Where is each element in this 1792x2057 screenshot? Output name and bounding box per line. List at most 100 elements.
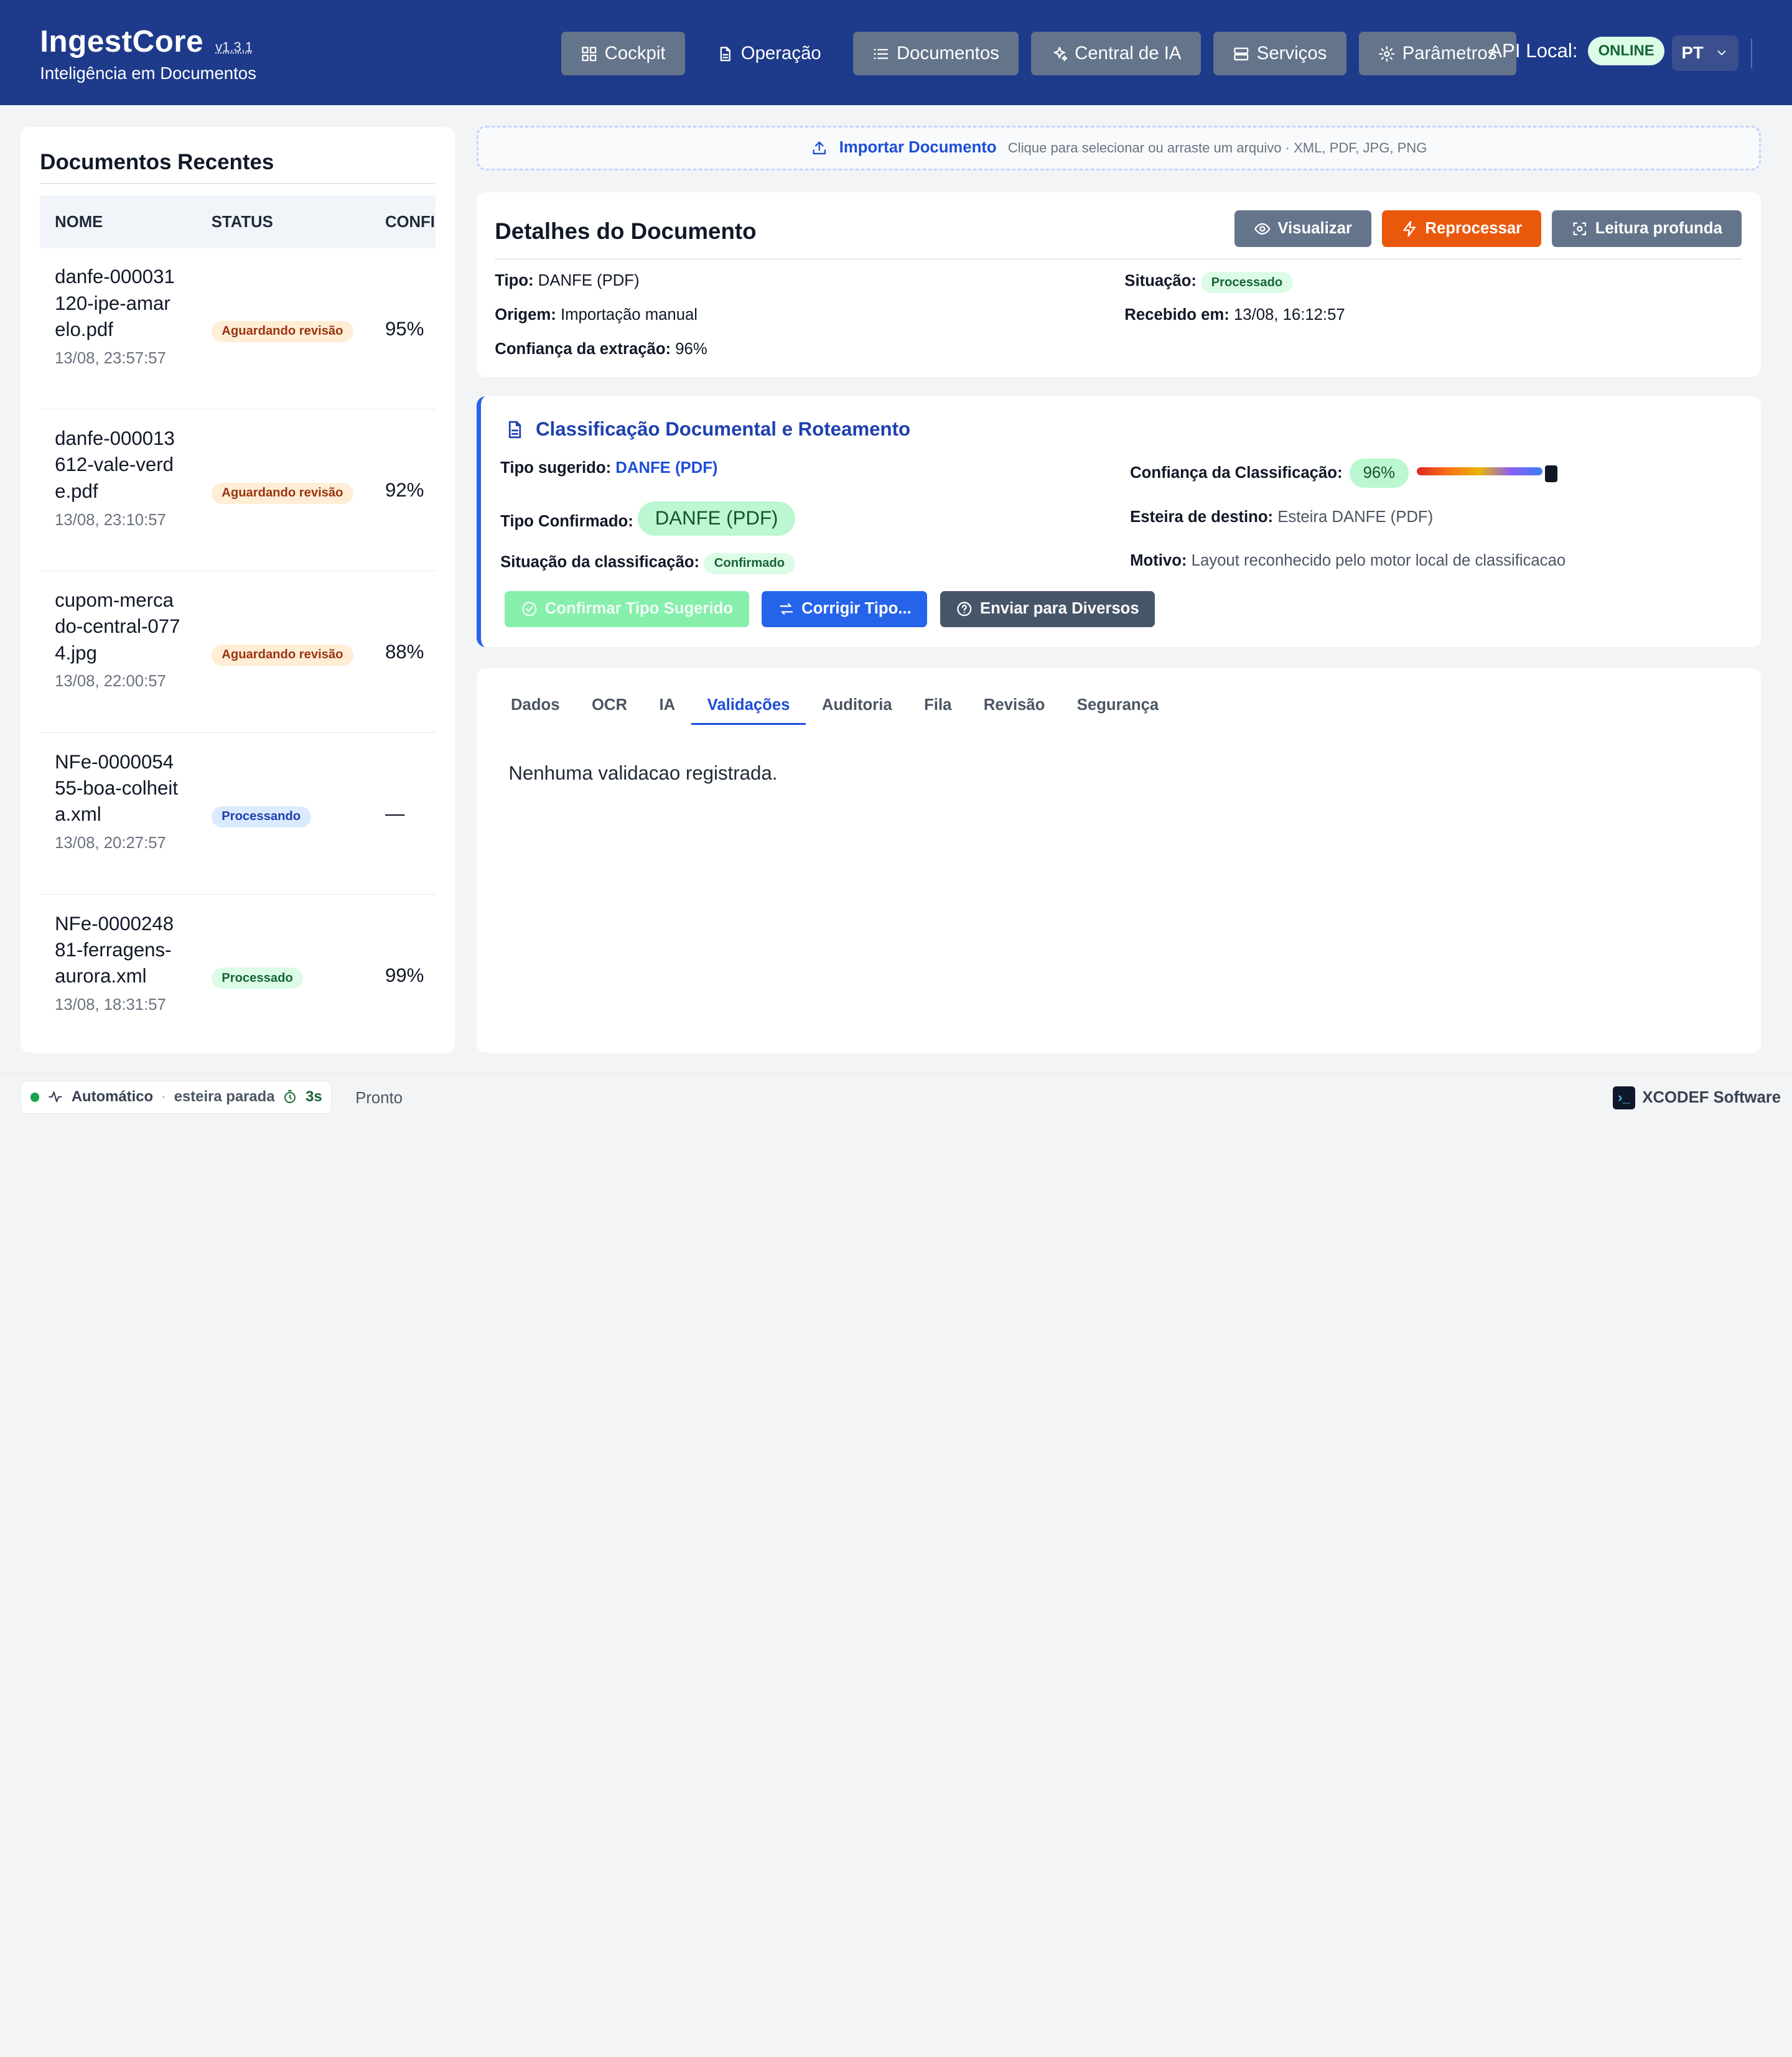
terminal-icon: ›_ — [1612, 1086, 1636, 1109]
documents-table-body: danfe-000031120-ipe-amarelo.pdf 13/08, 2… — [40, 248, 436, 1032]
document-name: danfe-000013612-vale-verde.pdf — [55, 427, 175, 502]
gear-icon — [1379, 45, 1395, 62]
confidence-bar — [1417, 467, 1543, 476]
field-destination-value: Esteira DANFE (PDF) — [1277, 508, 1434, 526]
field-extraction-confidence-label: Confiança da extração: — [495, 340, 671, 358]
nav-central-ia[interactable]: Central de IA — [1031, 32, 1201, 76]
tab-auditoria[interactable]: Auditoria — [806, 696, 908, 725]
row-status-cell: Aguardando revisão — [211, 642, 353, 666]
classification-actions: Confirmar Tipo Sugerido Corrigir Tipo...… — [505, 590, 1155, 628]
classification-confidence-pill: 96% — [1349, 458, 1409, 488]
server-icon — [1234, 47, 1249, 60]
status-dot — [30, 1092, 40, 1102]
field-suggested-type-label: Tipo sugerido: — [500, 459, 612, 477]
tab-ia[interactable]: IA — [643, 696, 691, 725]
send-to-misc-button[interactable]: Enviar para Diversos — [940, 590, 1155, 628]
row-status-cell: Processado — [211, 966, 304, 989]
nav-servicos[interactable]: Serviços — [1213, 32, 1346, 76]
field-reason-value: Layout reconhecido pelo motor local de c… — [1191, 552, 1566, 570]
table-row[interactable]: danfe-000031120-ipe-amarelo.pdf 13/08, 2… — [40, 248, 436, 410]
table-row[interactable]: NFe-000005455-boa-colheita.xml 13/08, 20… — [40, 733, 436, 895]
column-name[interactable]: NOME — [55, 213, 103, 231]
table-row[interactable]: danfe-000013612-vale-verde.pdf 13/08, 23… — [40, 409, 436, 572]
field-type-label: Tipo: — [495, 272, 534, 290]
field-confirmed-type-label: Tipo Confirmado: — [500, 513, 633, 531]
top-header: IngestCore v1.3.1 Inteligência em Docume… — [0, 0, 1792, 105]
document-date: 13/08, 23:57:57 — [55, 349, 166, 367]
import-dropzone[interactable]: Importar Documento Clique para seleciona… — [476, 126, 1762, 170]
status-badge: Processado — [211, 968, 304, 989]
app-title: IngestCore — [40, 23, 203, 58]
automation-mode: Automático — [71, 1088, 154, 1106]
scan-icon — [1573, 222, 1587, 235]
nav-documentos[interactable]: Documentos — [853, 32, 1019, 76]
confirm-suggested-type-button[interactable]: Confirmar Tipo Sugerido — [505, 590, 749, 628]
document-date: 13/08, 20:27:57 — [55, 834, 166, 852]
row-name-cell: NFe-000024881-ferragens-aurora.xml 13/08… — [55, 911, 180, 1019]
field-origin-value: Importação manual — [560, 306, 698, 324]
document-icon — [509, 421, 521, 438]
empty-validations-message: Nenhuma validacao registrada. — [508, 762, 778, 785]
document-name: NFe-000005455-boa-colheita.xml — [55, 750, 178, 826]
tab-fila[interactable]: Fila — [908, 696, 968, 725]
field-classification-confidence-label: Confiança da Classificação: — [1130, 464, 1343, 482]
language-value: PT — [1681, 43, 1704, 63]
reprocess-button[interactable]: Reprocessar — [1381, 210, 1542, 247]
status-badge: Processando — [211, 806, 311, 828]
footer-brand-name: XCODEF Software — [1642, 1088, 1781, 1106]
details-actions: Visualizar Reprocessar Leitura profunda — [1234, 210, 1742, 247]
document-date: 13/08, 23:10:57 — [55, 511, 166, 529]
nav-cockpit[interactable]: Cockpit — [561, 32, 685, 76]
tab-seguranca[interactable]: Segurança — [1061, 696, 1175, 725]
document-name: danfe-000031120-ipe-amarelo.pdf — [55, 266, 175, 340]
nav-servicos-label: Serviços — [1256, 43, 1327, 64]
app-version[interactable]: v1.3.1 — [215, 39, 253, 55]
confidence-value: — — [385, 803, 405, 825]
tab-ocr[interactable]: OCR — [576, 696, 643, 725]
timer-icon — [284, 1090, 296, 1104]
row-name-cell: danfe-000013612-vale-verde.pdf 13/08, 23… — [55, 426, 180, 533]
status-badge: Aguardando revisão — [211, 644, 353, 666]
correct-type-button[interactable]: Corrigir Tipo... — [761, 590, 928, 628]
dashboard-icon — [582, 46, 597, 61]
tab-dados[interactable]: Dados — [495, 696, 576, 725]
column-status[interactable]: STATUS — [212, 213, 273, 231]
column-confidence[interactable]: CONFI — [385, 213, 435, 231]
table-row[interactable]: cupom-mercado-central-0774.jpg 13/08, 22… — [40, 571, 436, 734]
view-button[interactable]: Visualizar — [1234, 210, 1372, 247]
row-name-cell: NFe-000005455-boa-colheita.xml 13/08, 20… — [55, 749, 180, 857]
divider — [495, 258, 1742, 259]
confirm-suggested-type-label: Confirmar Tipo Sugerido — [544, 600, 733, 618]
nav-operacao[interactable]: Operação — [698, 32, 841, 75]
confidence-value: 99% — [385, 964, 424, 987]
field-destination: Esteira de destino: Esteira DANFE (PDF) — [1130, 508, 1433, 526]
automation-status[interactable]: Automático · esteira parada 3s — [21, 1080, 332, 1114]
field-origin: Origem: Importação manual — [495, 306, 698, 324]
tab-validacoes[interactable]: Validações — [691, 696, 806, 725]
lightning-icon — [1403, 220, 1416, 236]
status-badge: Aguardando revisão — [211, 320, 353, 342]
field-classification-situation: Situação da classificação: Confirmado — [500, 553, 795, 574]
status-footer: Automático · esteira parada 3s Pronto ›_… — [0, 1073, 1792, 1120]
field-type-value: DANFE (PDF) — [538, 272, 640, 290]
row-status-cell: Aguardando revisão — [211, 319, 353, 342]
nav-operacao-label: Operação — [740, 43, 821, 64]
field-situation-label: Situação: — [1124, 272, 1197, 290]
header-divider — [1750, 39, 1752, 69]
deep-read-button[interactable]: Leitura profunda — [1551, 210, 1742, 247]
row-status-cell: Aguardando revisão — [211, 480, 353, 504]
tab-revisao[interactable]: Revisão — [968, 696, 1061, 725]
row-name-cell: cupom-mercado-central-0774.jpg 13/08, 22… — [55, 587, 180, 695]
language-select[interactable]: PT — [1672, 35, 1738, 71]
send-to-misc-label: Enviar para Diversos — [979, 600, 1139, 618]
table-row[interactable]: NFe-000024881-ferragens-aurora.xml 13/08… — [40, 895, 435, 1032]
import-hint: Clique para selecionar ou arraste um arq… — [1007, 139, 1427, 156]
field-confirmed-type: Tipo Confirmado: DANFE (PDF) — [500, 501, 795, 536]
classification-card: Classificação Documental e Roteamento Ti… — [476, 396, 1762, 647]
pipeline-state: esteira parada — [174, 1088, 275, 1106]
recent-documents-title: Documentos Recentes — [40, 149, 274, 174]
document-icon — [720, 46, 730, 61]
document-details-card: Detalhes do Documento Visualizar Reproce… — [476, 192, 1762, 378]
api-online-badge: ONLINE — [1588, 36, 1665, 66]
import-label: Importar Documento — [839, 139, 997, 157]
